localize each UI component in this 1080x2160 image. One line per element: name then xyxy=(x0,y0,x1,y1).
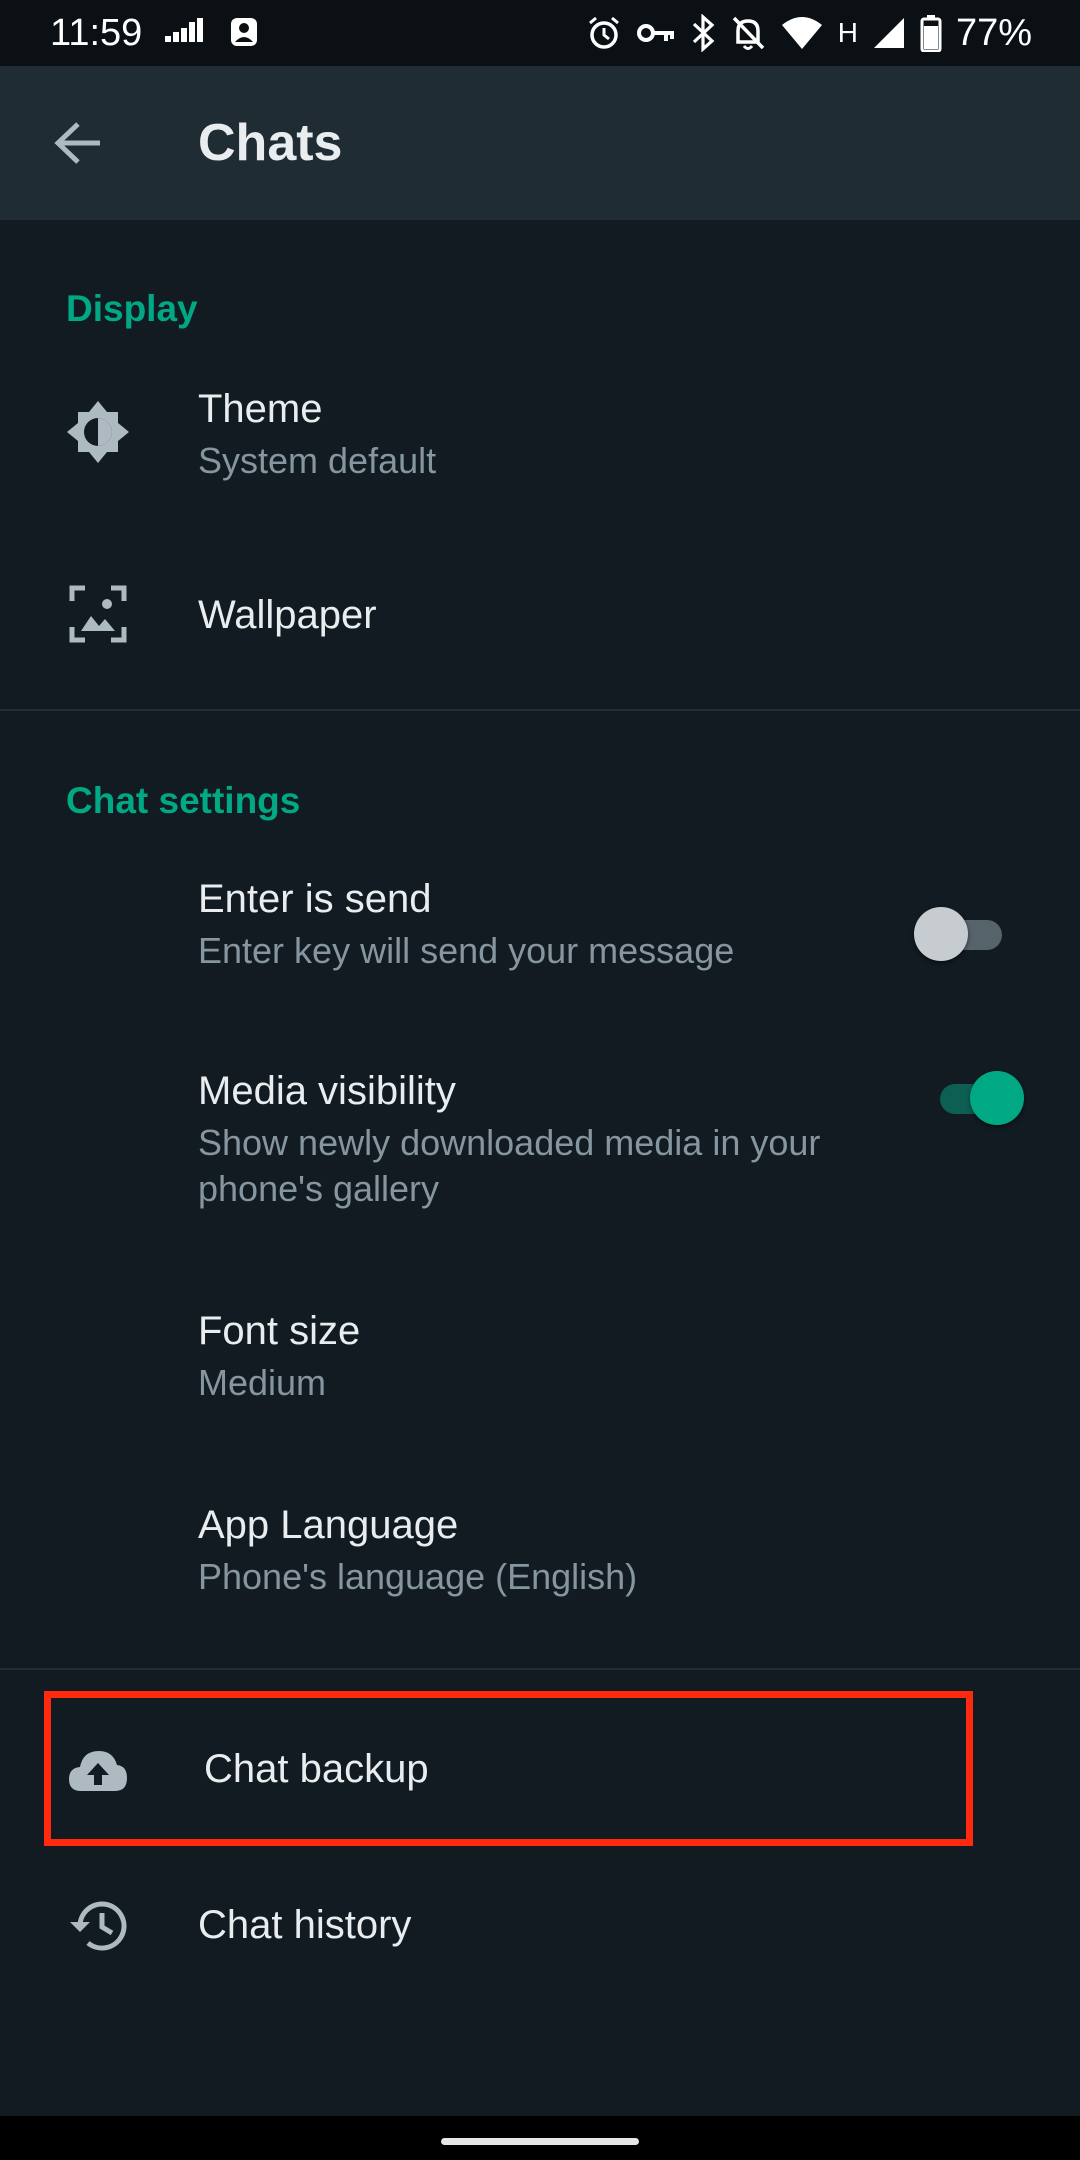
toggle-thumb xyxy=(970,1071,1024,1125)
arrow-back-icon xyxy=(54,122,100,164)
media-visibility-setting[interactable]: Media visibility Show newly downloaded m… xyxy=(0,1060,1080,1220)
enter-is-send-title: Enter is send xyxy=(198,877,432,921)
wallpaper-setting[interactable]: Wallpaper xyxy=(0,560,1080,670)
media-visibility-title: Media visibility xyxy=(198,1069,456,1113)
signal-icon xyxy=(873,18,904,48)
app-language-subtitle: Phone's language (English) xyxy=(198,1556,638,1597)
app-language-title: App Language xyxy=(198,1503,459,1547)
vpn-key-icon xyxy=(636,24,674,42)
back-button[interactable] xyxy=(40,113,116,173)
chat-history-title: Chat history xyxy=(198,1903,412,1947)
section-header-chat-settings: Chat settings xyxy=(66,780,301,821)
theme-title: Theme xyxy=(198,387,323,431)
section-divider xyxy=(0,1668,1080,1670)
enter-is-send-setting[interactable]: Enter is send Enter key will send your m… xyxy=(0,866,1080,986)
toggle-thumb xyxy=(914,907,968,961)
history-icon xyxy=(62,1890,134,1962)
media-visibility-subtitle-line2: phone's gallery xyxy=(198,1168,440,1209)
bluetooth-icon xyxy=(692,14,715,52)
status-left-icons xyxy=(163,12,263,57)
brightness-icon xyxy=(62,396,134,468)
status-bar: 11:59 H 77% xyxy=(0,0,1080,66)
media-visibility-subtitle-line1: Show newly downloaded media in your xyxy=(198,1122,821,1163)
theme-subtitle: System default xyxy=(198,440,437,481)
chat-backup-title: Chat backup xyxy=(204,1747,429,1791)
section-header-display: Display xyxy=(66,288,198,329)
chat-history-setting[interactable]: Chat history xyxy=(0,1866,1080,1986)
cloud-upload-icon xyxy=(62,1734,134,1806)
media-visibility-toggle[interactable] xyxy=(926,1067,1026,1127)
vpn-profile-icon xyxy=(231,18,257,46)
notifications-off-icon xyxy=(732,16,764,50)
font-size-title: Font size xyxy=(198,1309,361,1353)
section-divider xyxy=(0,709,1080,711)
font-size-setting[interactable]: Font size Medium xyxy=(0,1300,1080,1420)
navigation-bar xyxy=(0,2116,1080,2160)
font-size-subtitle: Medium xyxy=(198,1362,327,1403)
chat-backup-setting[interactable]: Chat backup xyxy=(0,1710,1080,1830)
network-type: H xyxy=(837,17,858,48)
activity-icon xyxy=(165,18,203,42)
wallpaper-icon xyxy=(62,578,134,650)
enter-is-send-subtitle: Enter key will send your message xyxy=(198,930,735,971)
home-gesture-handle[interactable] xyxy=(441,2138,639,2145)
app-bar: Chats xyxy=(0,66,1080,220)
wallpaper-title: Wallpaper xyxy=(198,593,377,637)
app-language-setting[interactable]: App Language Phone's language (English) xyxy=(0,1494,1080,1614)
battery-percentage: 77% xyxy=(955,12,1032,54)
page-title: Chats xyxy=(198,114,343,172)
theme-setting[interactable]: Theme System default xyxy=(0,376,1080,496)
status-time: 11:59 xyxy=(50,12,143,54)
enter-is-send-toggle[interactable] xyxy=(914,903,1014,963)
wifi-icon xyxy=(781,17,822,49)
battery-icon xyxy=(920,15,942,52)
alarm-icon xyxy=(588,16,619,49)
status-right-icons: H 77% xyxy=(586,10,1032,56)
